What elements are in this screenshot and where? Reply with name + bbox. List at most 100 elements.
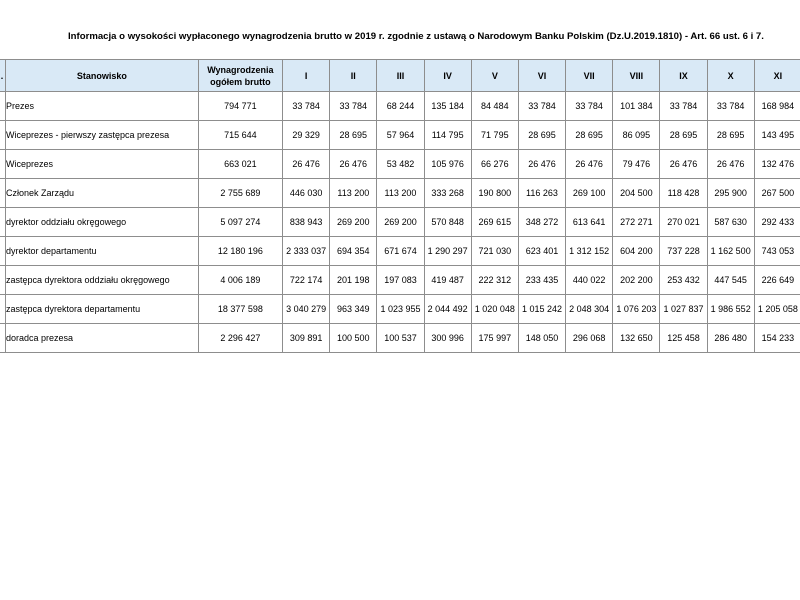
month-cell: 267 500 [753, 178, 800, 208]
month-cell: 33 784 [706, 91, 755, 121]
month-cell: 737 228 [659, 236, 708, 266]
month-cell: 286 480 [706, 323, 755, 353]
month-cell: 135 184 [423, 91, 472, 121]
header-month: V [470, 59, 519, 92]
month-cell: 125 458 [659, 323, 708, 353]
month-cell: 26 476 [706, 149, 755, 179]
month-cell: 1 312 152 [565, 236, 614, 266]
month-cell: 2 044 492 [423, 294, 472, 324]
total-cell: 12 180 196 [197, 236, 284, 266]
month-cell: 101 384 [612, 91, 661, 121]
month-cell: 296 068 [565, 323, 614, 353]
month-cell: 143 495 [753, 120, 800, 150]
month-cell: 175 997 [470, 323, 519, 353]
total-cell: 18 377 598 [197, 294, 284, 324]
month-cell: 57 964 [376, 120, 425, 150]
header-total: Wynagrodzenia ogółem brutto [197, 59, 284, 92]
month-cell: 1 023 955 [376, 294, 425, 324]
table-row: Wiceprezes - pierwszy zastępca prezesa 71… [0, 120, 800, 150]
month-cell: 1 290 297 [423, 236, 472, 266]
month-cell: 269 200 [376, 207, 425, 237]
month-cell: 33 784 [517, 91, 567, 121]
header-month: II [329, 59, 378, 92]
table-body: Prezes 794 771 33 784 33 784 68 244 135 184 84… [0, 91, 800, 353]
month-cell: 168 984 [753, 91, 800, 121]
salary-table: . Stanowisko Wynagrodzenia ogółem brutto… [0, 59, 800, 353]
month-cell: 604 200 [612, 236, 661, 266]
page-title: Informacja o wysokości wypłaconego wynag… [68, 31, 764, 42]
table-header-row: . Stanowisko Wynagrodzenia ogółem brutto… [0, 59, 800, 92]
month-cell: 68 244 [376, 91, 425, 121]
month-cell: 295 900 [706, 178, 755, 208]
header-month: IV [423, 59, 472, 92]
month-cell: 570 848 [423, 207, 472, 237]
total-cell: 5 097 274 [197, 207, 284, 237]
month-cell: 1 020 048 [470, 294, 519, 324]
month-cell: 722 174 [282, 265, 331, 295]
month-cell: 71 795 [470, 120, 519, 150]
month-cell: 2 048 304 [565, 294, 614, 324]
total-cell: 2 755 689 [197, 178, 284, 208]
month-cell: 33 784 [282, 91, 331, 121]
month-cell: 721 030 [470, 236, 519, 266]
month-cell: 1 015 242 [517, 294, 567, 324]
total-cell: 663 021 [197, 149, 284, 179]
month-cell: 587 630 [706, 207, 755, 237]
month-cell: 66 276 [470, 149, 519, 179]
month-cell: 694 354 [329, 236, 378, 266]
month-cell: 26 476 [517, 149, 567, 179]
month-cell: 190 800 [470, 178, 519, 208]
position-cell: Członek Zarządu [5, 178, 199, 208]
month-cell: 105 976 [423, 149, 472, 179]
month-cell: 253 432 [659, 265, 708, 295]
month-cell: 1 027 837 [659, 294, 708, 324]
month-cell: 148 050 [517, 323, 567, 353]
month-cell: 113 200 [329, 178, 378, 208]
month-cell: 197 083 [376, 265, 425, 295]
header-month: VI [517, 59, 567, 92]
position-cell: Prezes [5, 91, 199, 121]
month-cell: 270 021 [659, 207, 708, 237]
month-cell: 440 022 [565, 265, 614, 295]
month-cell: 116 263 [517, 178, 567, 208]
month-cell: 623 401 [517, 236, 567, 266]
month-cell: 26 476 [565, 149, 614, 179]
month-cell: 28 695 [659, 120, 708, 150]
month-cell: 1 076 203 [612, 294, 661, 324]
month-cell: 79 476 [612, 149, 661, 179]
month-cell: 671 674 [376, 236, 425, 266]
month-cell: 222 312 [470, 265, 519, 295]
header-month: VIII [612, 59, 661, 92]
position-cell: Wiceprezes [5, 149, 199, 179]
month-cell: 1 162 500 [706, 236, 755, 266]
table-row: Członek Zarządu 2 755 689 446 030 113 200 11… [0, 178, 800, 208]
position-cell: dyrektor departamentu [5, 236, 199, 266]
header-month: III [376, 59, 425, 92]
month-cell: 33 784 [565, 91, 614, 121]
month-cell: 202 200 [612, 265, 661, 295]
month-cell: 28 695 [706, 120, 755, 150]
header-month: IX [659, 59, 708, 92]
month-cell: 292 433 [753, 207, 800, 237]
month-cell: 1 986 552 [706, 294, 755, 324]
position-cell: dyrektor oddziału okręgowego [5, 207, 199, 237]
month-cell: 28 695 [329, 120, 378, 150]
month-cell: 348 272 [517, 207, 567, 237]
month-cell: 113 200 [376, 178, 425, 208]
month-cell: 154 233 [753, 323, 800, 353]
month-cell: 114 795 [423, 120, 472, 150]
month-cell: 132 650 [612, 323, 661, 353]
month-cell: 201 198 [329, 265, 378, 295]
month-cell: 33 784 [329, 91, 378, 121]
month-cell: 28 695 [517, 120, 567, 150]
month-cell: 53 482 [376, 149, 425, 179]
month-cell: 33 784 [659, 91, 708, 121]
month-cell: 300 996 [423, 323, 472, 353]
month-cell: 29 329 [282, 120, 331, 150]
header-month: XI [753, 59, 800, 92]
position-cell: zastępca dyrektora oddziału okręgowego [5, 265, 199, 295]
table-row: zastępca dyrektora oddziału okręgowego 4 … [0, 265, 800, 295]
table-row: Wiceprezes 663 021 26 476 26 476 53 482 105 9… [0, 149, 800, 179]
header-position: Stanowisko [5, 59, 199, 92]
month-cell: 118 428 [659, 178, 708, 208]
